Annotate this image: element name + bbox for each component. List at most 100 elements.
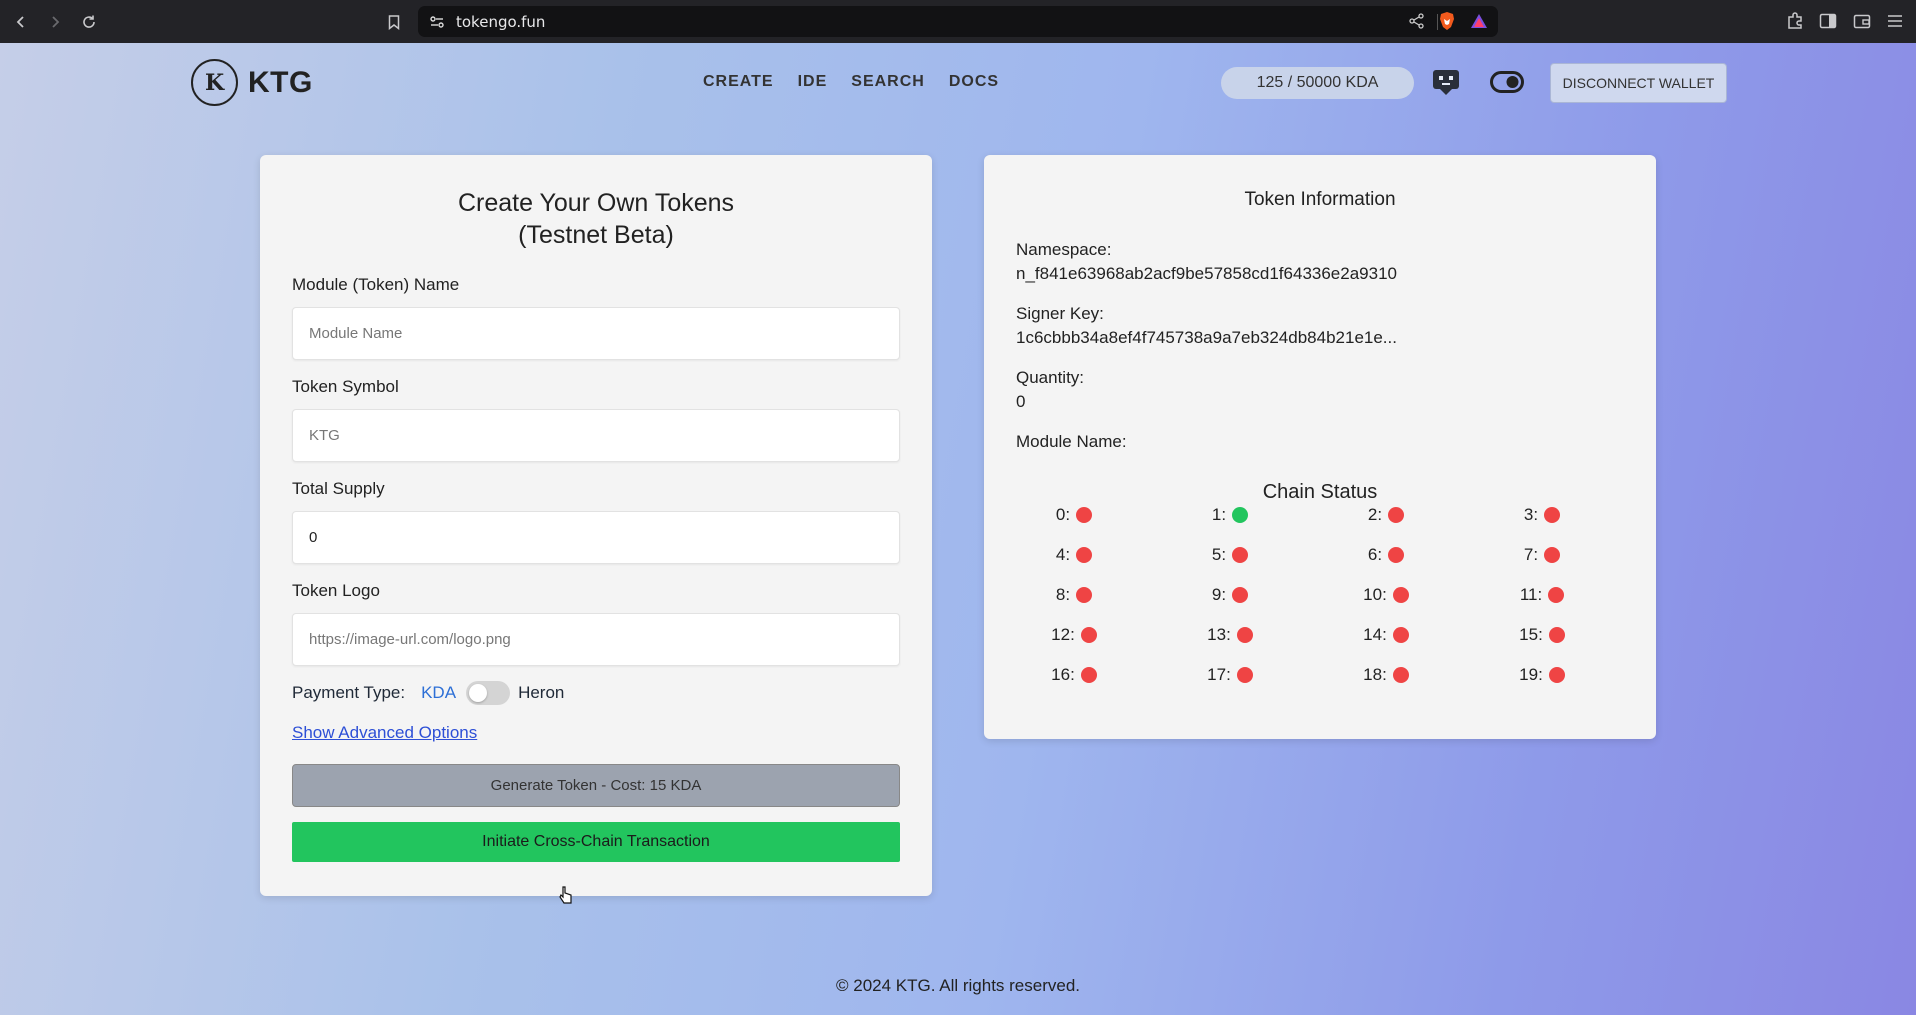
chain-id-label: 5: — [1211, 545, 1227, 564]
sidebar-icon[interactable] — [1818, 11, 1838, 36]
chain-status-dot — [1388, 507, 1405, 523]
quantity-value: 0 — [1016, 392, 1026, 411]
chain-status-dot — [1392, 587, 1409, 603]
nav-ide[interactable]: IDE — [798, 73, 828, 91]
form-title-line2: (Testnet Beta) — [518, 221, 674, 249]
chain-id-label: 0: — [1055, 505, 1071, 524]
chain-status-dot — [1232, 507, 1249, 523]
chain-status-dot — [1544, 507, 1561, 523]
payment-option-kda[interactable]: KDA — [421, 683, 456, 703]
chain-status-dot — [1548, 587, 1565, 603]
disconnect-wallet-button[interactable]: DISCONNECT WALLET — [1550, 63, 1727, 103]
chain-id-label: 4: — [1055, 545, 1071, 564]
chain-status-dot — [1548, 667, 1565, 683]
namespace-value: n_f841e63968ab2acf9be57858cd1f64336e2a93… — [1016, 264, 1397, 283]
chain-status-item: 10: — [1346, 585, 1426, 605]
chain-id-label: 14: — [1363, 625, 1387, 644]
show-advanced-options-link[interactable]: Show Advanced Options — [292, 723, 477, 743]
chain-id-label: 11: — [1519, 585, 1543, 604]
chatbot-icon[interactable] — [1430, 66, 1462, 103]
chain-id-label: 17: — [1207, 665, 1231, 684]
chain-status-dot — [1236, 627, 1253, 643]
extensions-icon[interactable] — [1786, 11, 1806, 36]
chain-status-item: 11: — [1502, 585, 1582, 605]
chain-id-label: 16: — [1051, 665, 1075, 684]
chain-status-item: 15: — [1502, 625, 1582, 645]
browser-toolbar: tokengo.fun — [0, 0, 1916, 43]
chain-status-item: 12: — [1034, 625, 1114, 645]
chain-status-item: 17: — [1190, 665, 1270, 685]
mouse-cursor-icon — [558, 885, 574, 910]
chain-status-dot — [1232, 547, 1249, 563]
nav-docs[interactable]: DOCS — [949, 73, 999, 91]
form-title-line1: Create Your Own Tokens — [457, 189, 735, 217]
chain-status-dot — [1388, 547, 1405, 563]
create-token-card: Create Your Own Tokens (Testnet Beta) Mo… — [260, 155, 932, 896]
chain-id-label: 12: — [1051, 625, 1075, 644]
chain-id-label: 10: — [1363, 585, 1387, 604]
main-nav: CREATE IDE SEARCH DOCS — [703, 73, 1023, 91]
token-logo-input[interactable] — [292, 613, 900, 666]
brave-rewards-icon[interactable] — [1470, 12, 1488, 35]
chain-status-item: 9: — [1190, 585, 1270, 605]
wallet-icon[interactable] — [1852, 11, 1872, 36]
bookmark-icon[interactable] — [382, 10, 406, 34]
back-icon[interactable] — [9, 10, 33, 34]
address-bar[interactable]: tokengo.fun — [418, 6, 1498, 37]
token-symbol-input[interactable] — [292, 409, 900, 462]
reload-icon[interactable] — [77, 10, 101, 34]
chain-id-label: 18: — [1363, 665, 1387, 684]
theme-toggle-icon[interactable] — [1490, 71, 1524, 98]
chain-status-dot — [1544, 547, 1561, 563]
nav-create[interactable]: CREATE — [703, 73, 774, 91]
chain-status-item: 1: — [1190, 505, 1270, 525]
chain-status-item: 16: — [1034, 665, 1114, 685]
wallet-balance: 125 / 50000 KDA — [1221, 67, 1414, 99]
namespace-label: Namespace: — [1016, 240, 1112, 259]
chain-status-item: 3: — [1502, 505, 1582, 525]
chain-status-dot — [1548, 627, 1565, 643]
chain-status-item: 5: — [1190, 545, 1270, 565]
payment-type-label: Payment Type: — [292, 683, 406, 702]
total-supply-input[interactable] — [292, 511, 900, 564]
payment-type-toggle[interactable] — [466, 681, 511, 705]
url-text[interactable]: tokengo.fun — [456, 13, 545, 31]
chain-status-dot — [1232, 587, 1249, 603]
chain-status-item: 13: — [1190, 625, 1270, 645]
chain-status-dot — [1236, 667, 1253, 683]
chain-id-label: 13: — [1207, 625, 1231, 644]
brave-shields-icon[interactable] — [1438, 11, 1456, 36]
cross-chain-transaction-button[interactable]: Initiate Cross-Chain Transaction — [292, 822, 900, 862]
chain-status-item: 19: — [1502, 665, 1582, 685]
chain-status-item: 2: — [1346, 505, 1426, 525]
chain-status-title: Chain Status — [1262, 481, 1378, 503]
menu-icon[interactable] — [1886, 11, 1904, 36]
chain-id-label: 8: — [1055, 585, 1071, 604]
site-logo[interactable]: K KTG — [191, 59, 313, 106]
nav-search[interactable]: SEARCH — [851, 73, 925, 91]
page-background: K KTG CREATE IDE SEARCH DOCS 125 / 50000… — [0, 43, 1916, 1015]
token-symbol-label: Token Symbol — [292, 377, 399, 396]
chain-id-label: 9: — [1211, 585, 1227, 604]
payment-option-heron[interactable]: Heron — [518, 683, 564, 703]
chain-status-item: 18: — [1346, 665, 1426, 685]
chain-status-dot — [1080, 627, 1097, 643]
module-name-info-label: Module Name: — [1016, 432, 1127, 451]
chain-status-item: 7: — [1502, 545, 1582, 565]
chain-status-item: 8: — [1034, 585, 1114, 605]
forward-icon[interactable] — [43, 10, 67, 34]
chain-status-dot — [1080, 667, 1097, 683]
logo-text: KTG — [248, 65, 313, 99]
chain-status-dot — [1392, 667, 1409, 683]
site-settings-icon[interactable] — [428, 13, 446, 31]
token-information-card: Token Information Namespace: n_f841e6396… — [984, 155, 1656, 739]
share-icon[interactable] — [1408, 12, 1426, 35]
quantity-label: Quantity: — [1016, 368, 1085, 387]
chain-status-item: 6: — [1346, 545, 1426, 565]
chain-status-dot — [1076, 507, 1093, 523]
chain-id-label: 1: — [1211, 505, 1227, 524]
logo-emblem: K — [191, 59, 238, 106]
footer-copyright: © 2024 KTG. All rights reserved. — [835, 976, 1081, 995]
module-name-input[interactable] — [292, 307, 900, 360]
generate-token-button[interactable]: Generate Token - Cost: 15 KDA — [292, 764, 900, 807]
